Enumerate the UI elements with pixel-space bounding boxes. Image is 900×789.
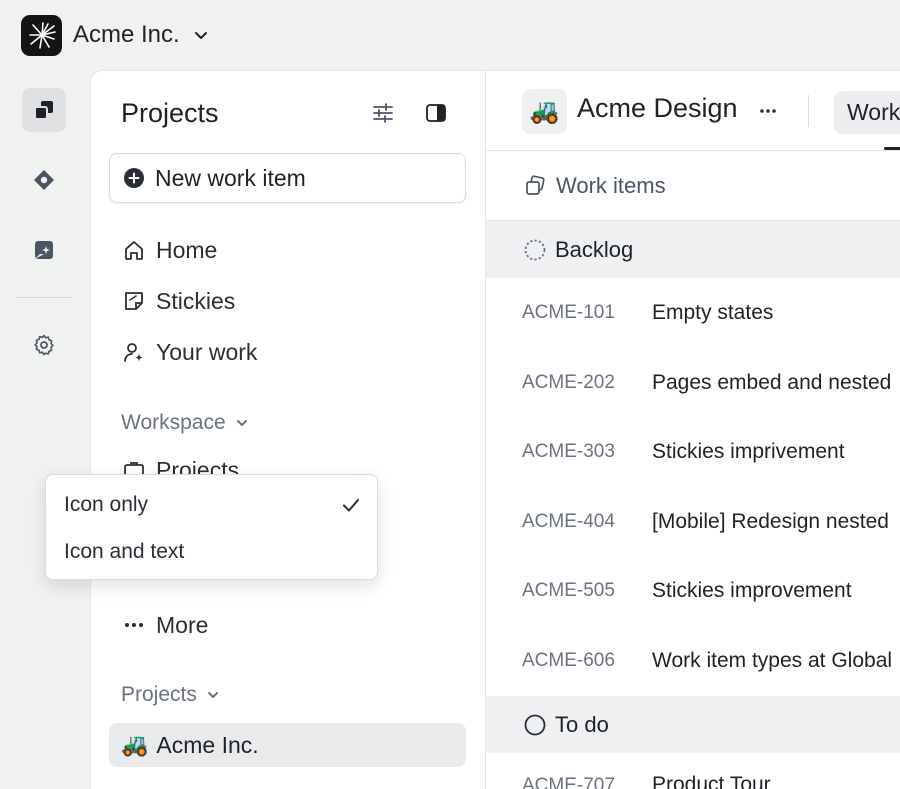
work-item-id: ACME-101	[522, 302, 615, 323]
work-items-subheader: Work items	[486, 151, 900, 221]
subheader-label: Work items	[556, 172, 666, 198]
dropdown-option-icon-and-text[interactable]: Icon and text	[64, 537, 362, 567]
todo-status-icon	[524, 714, 546, 735]
chevron-down-icon[interactable]	[193, 27, 209, 43]
ellipsis-icon	[121, 612, 147, 638]
workspace-name[interactable]: Acme Inc.	[73, 21, 180, 49]
work-item-title: Work item types at Global	[652, 649, 893, 672]
chevron-down-icon	[206, 688, 220, 702]
user-work-icon	[121, 339, 147, 365]
nav-item-more[interactable]: More	[121, 607, 208, 643]
table-row[interactable]: ACME-505 Stickies improvement	[486, 556, 900, 626]
dropdown-option-label: Icon and text	[64, 540, 185, 563]
sidebar-title: Projects	[121, 97, 219, 128]
backlog-status-icon	[524, 239, 546, 260]
work-item-title: Stickies improvement	[652, 579, 852, 602]
rail-projects-button[interactable]	[22, 88, 66, 132]
nav-item-stickies[interactable]: Stickies	[121, 283, 235, 319]
checkmark-icon	[340, 494, 362, 516]
nav-item-label: More	[156, 611, 209, 638]
work-item-title: Pages embed and nested	[652, 371, 892, 394]
table-row[interactable]: ACME-404 [Mobile] Redesign nested	[486, 487, 900, 557]
panel-toggle-icon[interactable]	[422, 99, 450, 127]
rail-divider	[16, 297, 72, 298]
work-item-title: Product Tour	[652, 773, 771, 789]
rail-settings-button[interactable]	[22, 323, 66, 367]
table-row[interactable]: ACME-202 Pages embed and nested	[486, 348, 900, 418]
nav-item-your-work[interactable]: Your work	[121, 334, 257, 370]
display-mode-dropdown: Icon only Icon and text	[45, 474, 378, 580]
home-icon	[121, 237, 147, 263]
chevron-down-icon	[235, 416, 249, 430]
project-label: Acme Inc.	[156, 731, 259, 758]
filter-sliders-icon[interactable]	[369, 99, 397, 127]
group-label: Backlog	[555, 236, 634, 262]
projects-section-label: Projects	[121, 683, 197, 706]
project-title: Acme Design	[577, 93, 738, 123]
rail-wiki-button[interactable]	[22, 158, 66, 202]
group-header-backlog[interactable]: Backlog	[486, 221, 900, 278]
nav-item-label: Stickies	[156, 287, 236, 314]
nav-item-label: Home	[156, 236, 218, 263]
new-work-item-label: New work item	[155, 164, 306, 191]
tab-work-items[interactable]: Work	[834, 91, 900, 134]
logo-burst-icon	[28, 22, 56, 49]
rail-ai-button[interactable]	[22, 228, 66, 272]
sticky-note-icon	[121, 288, 147, 314]
workspace-section-label: Workspace	[121, 411, 226, 434]
new-work-item-button[interactable]: New work item	[109, 153, 466, 203]
work-item-id: ACME-505	[522, 580, 615, 601]
active-tab-indicator	[884, 147, 900, 150]
table-row[interactable]: ACME-707 Product Tour	[486, 753, 900, 789]
diamond-icon	[34, 170, 54, 190]
group-header-todo[interactable]: To do	[486, 696, 900, 753]
nav-item-home[interactable]: Home	[121, 232, 217, 268]
project-emoji: 🚜	[121, 732, 149, 757]
table-row[interactable]: ACME-303 Stickies imprivement	[486, 417, 900, 487]
work-item-title: Empty states	[652, 301, 774, 324]
work-item-title: Stickies imprivement	[652, 440, 845, 463]
layers-icon	[526, 174, 545, 195]
work-item-id: ACME-202	[522, 372, 615, 393]
sidebar: Projects New work item Home Stickies You…	[90, 70, 485, 789]
dropdown-option-label: Icon only	[64, 493, 149, 516]
projects-section-header[interactable]: Projects	[121, 680, 220, 710]
sparkle-chat-icon	[35, 241, 53, 259]
project-header: 🚜 Acme Design Work	[486, 71, 900, 151]
work-item-id: ACME-707	[522, 775, 615, 789]
nav-item-label: Your work	[156, 338, 258, 365]
main-panel: 🚜 Acme Design Work Work items Backlog AC…	[485, 70, 900, 789]
plus-circle-icon	[124, 168, 144, 188]
sidebar-header: Projects	[121, 95, 456, 131]
workspace-section-header[interactable]: Workspace	[121, 408, 249, 438]
work-item-id: ACME-303	[522, 441, 615, 462]
header-divider	[808, 95, 809, 127]
table-row[interactable]: ACME-606 Work item types at Global	[486, 626, 900, 696]
top-bar: Acme Inc.	[0, 0, 900, 70]
group-label: To do	[555, 711, 609, 737]
app-rail	[0, 70, 90, 789]
project-item-acme[interactable]: 🚜 Acme Inc.	[109, 723, 466, 767]
dropdown-option-icon-only[interactable]: Icon only	[64, 490, 362, 520]
more-options-icon[interactable]	[758, 101, 778, 121]
work-item-title: [Mobile] Redesign nested	[652, 510, 889, 533]
project-avatar[interactable]: 🚜	[522, 89, 567, 134]
work-item-id: ACME-606	[522, 650, 615, 671]
workspace-logo[interactable]	[21, 14, 62, 56]
table-row[interactable]: ACME-101 Empty states	[486, 278, 900, 348]
work-item-id: ACME-404	[522, 511, 615, 532]
gear-icon	[34, 334, 54, 356]
stacked-squares-icon	[34, 101, 53, 120]
